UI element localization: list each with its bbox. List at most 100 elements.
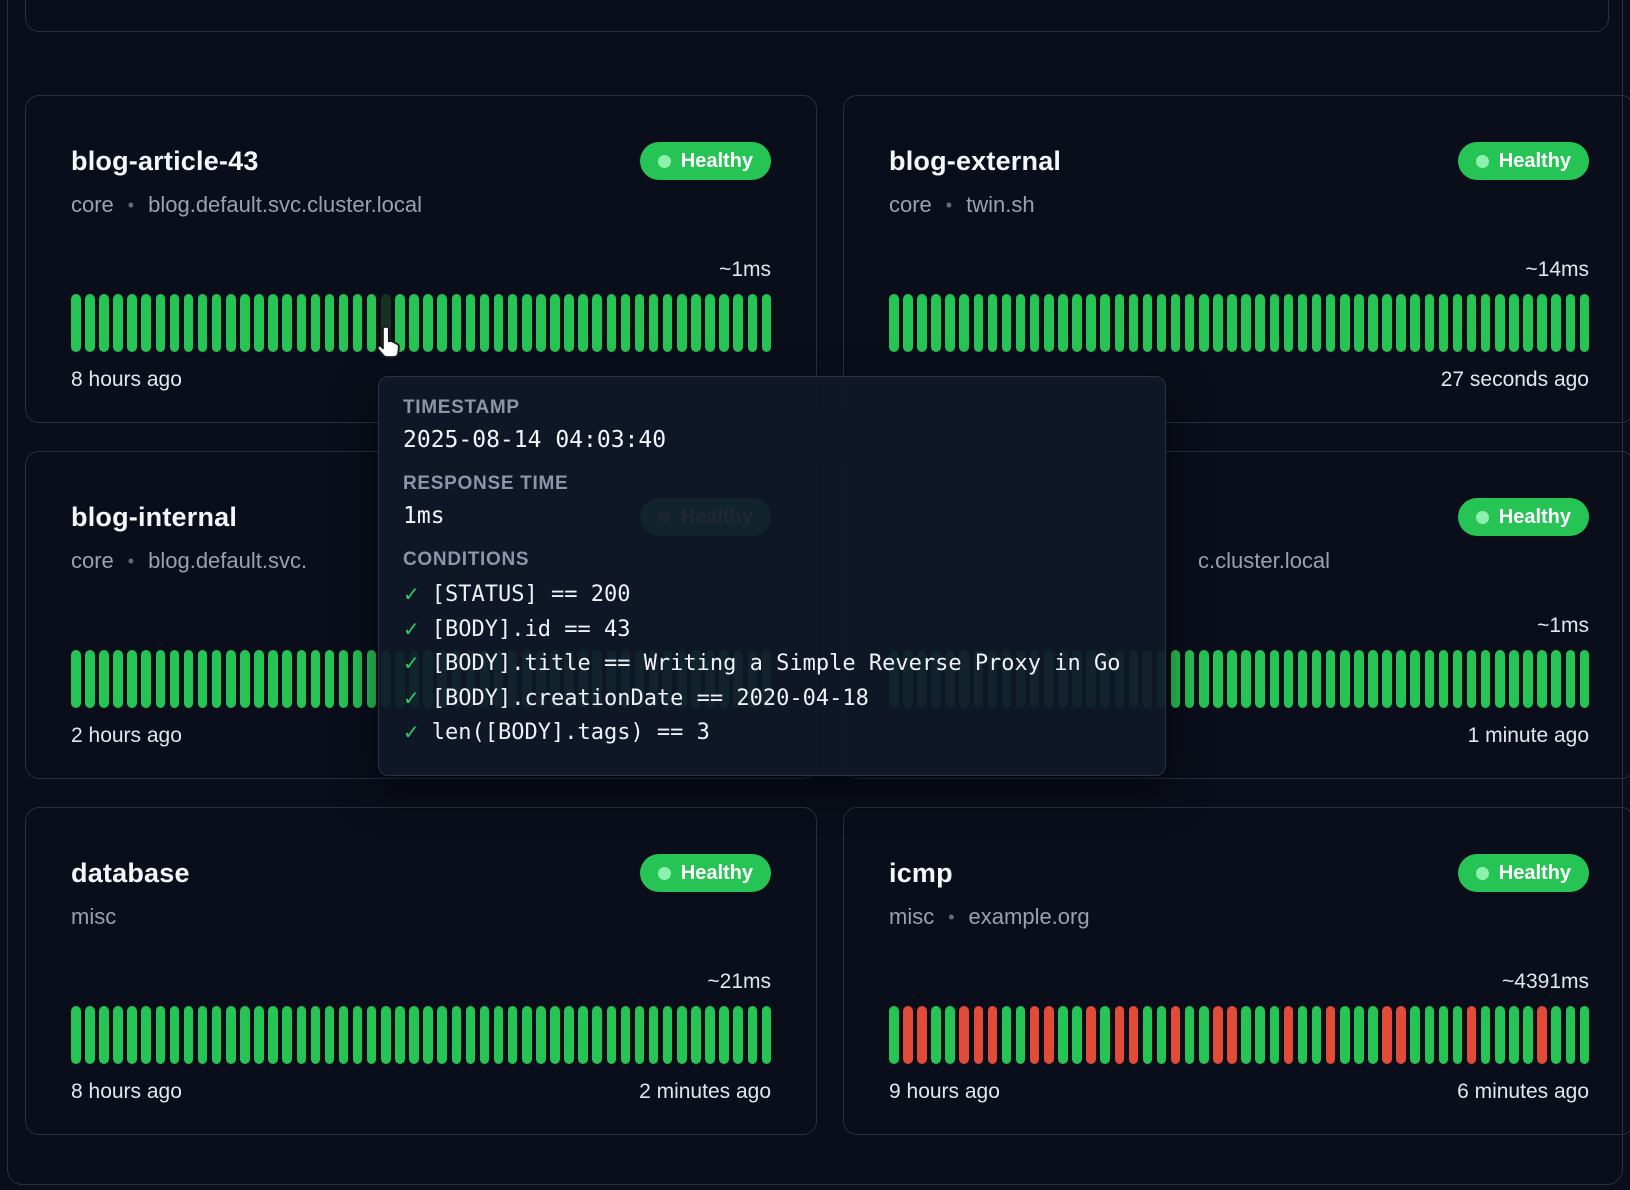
uptime-bar-success[interactable] [564,294,574,352]
uptime-bar-success[interactable] [325,1006,335,1064]
uptime-bar-success[interactable] [494,1006,504,1064]
uptime-bar-success[interactable] [141,650,151,708]
uptime-bar-success[interactable] [226,1006,236,1064]
uptime-bar-success[interactable] [959,294,969,352]
uptime-bar-success[interactable] [1255,294,1265,352]
uptime-bar-success[interactable] [917,294,927,352]
uptime-bar-success[interactable] [1354,650,1364,708]
uptime-bar-success[interactable] [931,1006,941,1064]
endpoint-card-blog-article-43[interactable]: blog-article-43 Healthy core • blog.defa… [25,95,817,423]
uptime-bar-success[interactable] [1171,294,1181,352]
uptime-bar-success[interactable] [1213,294,1223,352]
uptime-bar-success[interactable] [1340,1006,1350,1064]
endpoint-card-blog-external[interactable]: blog-external Healthy core • twin.sh ~14… [843,95,1630,423]
uptime-bar-success[interactable] [1241,650,1251,708]
uptime-bar-success[interactable] [592,294,602,352]
uptime-bar-success[interactable] [1044,294,1054,352]
uptime-bar-success[interactable] [1270,650,1280,708]
uptime-bar-success[interactable] [705,1006,715,1064]
uptime-bar-success[interactable] [99,1006,109,1064]
uptime-bar-success[interactable] [903,294,913,352]
uptime-bar-success[interactable] [1410,650,1420,708]
uptime-bar-failure[interactable] [1044,1006,1054,1064]
uptime-bar-success[interactable] [748,294,758,352]
uptime-bar-success[interactable] [1354,294,1364,352]
uptime-bar-success[interactable] [170,1006,180,1064]
uptime-bar-success[interactable] [705,294,715,352]
uptime-bar-success[interactable] [240,1006,250,1064]
uptime-bar-success[interactable] [1241,1006,1251,1064]
uptime-bar-success[interactable] [1382,650,1392,708]
uptime-bar-success[interactable] [1537,294,1547,352]
uptime-bar-success[interactable] [254,1006,264,1064]
uptime-bar-success[interactable] [184,294,194,352]
uptime-bar-success[interactable] [1396,650,1406,708]
uptime-bar-success[interactable] [480,1006,490,1064]
uptime-bar-success[interactable] [367,650,377,708]
uptime-bar-failure[interactable] [959,1006,969,1064]
uptime-bar-success[interactable] [353,650,363,708]
uptime-bar-success[interactable] [1255,1006,1265,1064]
uptime-bar-success[interactable] [452,294,462,352]
uptime-bar-success[interactable] [85,650,95,708]
uptime-bar-success[interactable] [1566,1006,1576,1064]
uptime-bar-success[interactable] [889,294,899,352]
uptime-bar-success[interactable] [297,650,307,708]
uptime-bar-success[interactable] [99,294,109,352]
uptime-bar-success[interactable] [945,1006,955,1064]
uptime-bar-success[interactable] [268,1006,278,1064]
uptime-bar-success[interactable] [437,294,447,352]
uptime-bar-success[interactable] [170,294,180,352]
uptime-bar-success[interactable] [1425,1006,1435,1064]
uptime-bar-success[interactable] [1410,1006,1420,1064]
uptime-bar-success[interactable] [536,294,546,352]
uptime-bar-success[interactable] [1312,1006,1322,1064]
uptime-bar-success[interactable] [733,1006,743,1064]
uptime-bar-success[interactable] [564,1006,574,1064]
uptime-bar-success[interactable] [550,294,560,352]
uptime-bar-success[interactable] [113,1006,123,1064]
uptime-bar-success[interactable] [578,294,588,352]
uptime-bar-success[interactable] [170,650,180,708]
uptime-bar-success[interactable] [156,650,166,708]
uptime-bar-failure[interactable] [1467,1006,1477,1064]
uptime-bar-success[interactable] [988,294,998,352]
uptime-bar-success[interactable] [1523,294,1533,352]
uptime-bar-success[interactable] [141,294,151,352]
uptime-bar-success[interactable] [719,294,729,352]
uptime-bar-success[interactable] [889,1006,899,1064]
uptime-bar-success[interactable] [931,294,941,352]
uptime-bar-failure[interactable] [1030,1006,1040,1064]
uptime-bar-success[interactable] [1185,1006,1195,1064]
uptime-bar-success[interactable] [635,1006,645,1064]
uptime-bar-success[interactable] [127,650,137,708]
uptime-bar-success[interactable] [156,294,166,352]
uptime-bar-success[interactable] [649,294,659,352]
uptime-bar-success[interactable] [1115,294,1125,352]
uptime-bar-success[interactable] [113,294,123,352]
uptime-bar-failure[interactable] [1326,1006,1336,1064]
uptime-bar-success[interactable] [409,1006,419,1064]
uptime-bar-success[interactable] [466,294,476,352]
uptime-bar-failure[interactable] [988,1006,998,1064]
uptime-bar-success[interactable] [1580,294,1590,352]
uptime-bar-success[interactable] [1481,294,1491,352]
uptime-bar-success[interactable] [494,294,504,352]
uptime-bar-success[interactable] [1439,1006,1449,1064]
uptime-bar-success[interactable] [1368,294,1378,352]
uptime-bar-success[interactable] [1058,294,1068,352]
uptime-bar-success[interactable] [1354,1006,1364,1064]
uptime-bar-success[interactable] [381,294,391,352]
uptime-bar-success[interactable] [226,294,236,352]
uptime-bar-success[interactable] [1143,1006,1153,1064]
uptime-bar-success[interactable] [1227,294,1237,352]
uptime-bar-success[interactable] [198,1006,208,1064]
uptime-bar-success[interactable] [367,294,377,352]
uptime-bar-success[interactable] [268,294,278,352]
uptime-bar-success[interactable] [85,1006,95,1064]
uptime-bar-success[interactable] [1382,294,1392,352]
uptime-bar-success[interactable] [1523,1006,1533,1064]
uptime-bar-failure[interactable] [1115,1006,1125,1064]
uptime-bar-success[interactable] [1100,294,1110,352]
uptime-bar-success[interactable] [437,1006,447,1064]
